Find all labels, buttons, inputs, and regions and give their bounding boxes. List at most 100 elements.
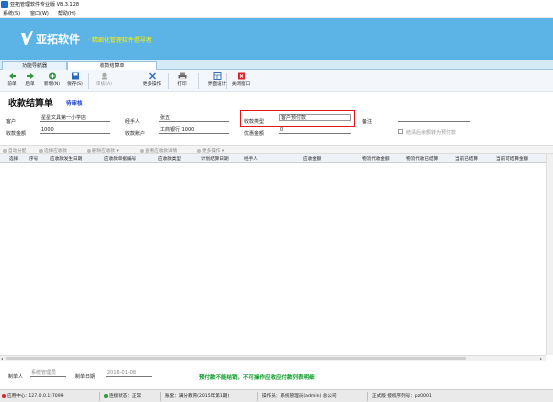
status-divider [99,392,100,401]
date-field: 2016-01-08 [106,370,152,377]
app-center-icon [2,393,6,398]
prev-button[interactable]: 前单 [4,72,20,87]
tab-function-navigator[interactable]: 功能导航器 [2,61,67,70]
arrow-right-icon [26,73,34,79]
handler-field[interactable]: 张五 [159,115,229,122]
tab-bar: 功能导航器 收款结算单 [0,60,553,70]
amount-label: 收款金额 [6,131,27,137]
col-occur-date[interactable]: 应收款发生日期 [50,156,82,162]
toolbar-divider [88,73,89,89]
auto-allocate-icon [3,148,7,153]
save-icon [71,72,79,80]
handler-label: 经手人 [125,119,141,125]
save-label: 保存(S) [67,82,83,87]
col-plan-date[interactable]: 计划结算日期 [201,156,229,162]
discount-field[interactable]: 0 [279,127,351,134]
discount-label: 优惠金额 [244,131,265,137]
license-status: 正式版 授权序列号：pz0001 [372,394,432,399]
ui-design-label: 界面设计 [207,82,227,87]
connection-text: 连接状态：正常 [109,394,142,399]
arrow-left-icon [8,73,16,79]
logo-icon [21,31,33,45]
col-receivable-type[interactable]: 应收款类型 [158,156,181,162]
notice-text: 预付款不能结销，不可操作应收应付款列表明细 [199,375,315,381]
tagline: · 精细化管理软件倡导者 [88,37,152,44]
highlight-box [240,110,355,127]
prev-label: 前单 [7,82,17,87]
save-button[interactable]: 保存(S) [64,72,86,87]
status-divider [257,392,258,401]
grid-header: 选择 序号 应收款发生日期 应收款单据编号 应收款类型 计划结算日期 经手人 应… [0,154,546,163]
new-label: 新增(N) [43,82,61,87]
toolbar-divider [198,73,199,89]
grid-toolbar: 自动分配 选择应收款 删除应收款 ▾ 查看应收款详情 更多操作 ▾ [0,145,553,154]
more-actions-button[interactable]: 更多操作 [139,72,165,87]
col-logistics-amount[interactable]: 物流代收金额 [362,156,390,162]
more-icon [197,148,201,153]
customer-field[interactable]: 星星文具第一小学店 [40,115,110,122]
customer-label: 客户 [6,119,17,125]
audit-icon [101,72,107,80]
select-icon [39,148,43,153]
date-label: 制单日期 [75,374,96,380]
col-index[interactable]: 序号 [29,156,38,162]
toolbar-divider [226,73,227,89]
audit-label: 审核(A) [96,82,112,87]
status-divider [367,392,368,401]
menu-help[interactable]: 帮助(H) [58,10,76,17]
banner: 亚拓软件 · 精细化管理软件倡导者 [0,18,553,60]
menu-system[interactable]: 系统(S) [3,10,20,17]
col-logistics-settled[interactable]: 物流代收已结算 [406,156,438,162]
design-icon [213,72,221,80]
scroll-left-icon[interactable]: ◂ [1,356,3,361]
more-actions-label: 更多操作 [142,82,162,87]
print-icon [178,72,186,80]
toolbar: 前单 后单 新增(N) 保存(S) 审核(A) 更多操作 打印 界面设计 关闭窗… [0,70,553,92]
next-label: 后单 [25,82,35,87]
print-button[interactable]: 打印 [174,72,190,87]
col-select[interactable]: 选择 [9,156,18,162]
close-icon [237,72,245,80]
status-bar: 应用中心: 127.0.0.1:7099 连接状态：正常 账套：满分教育(201… [0,389,553,402]
check-icon [104,393,108,398]
more-icon [148,72,156,80]
scroll-thumb[interactable] [6,357,466,360]
new-button[interactable]: 新增(N) [41,72,63,87]
note-field[interactable] [398,115,470,122]
next-button[interactable]: 后单 [22,72,38,87]
window-title: 亚拓管理软件专业版 V8.3.128 [10,2,80,8]
status-divider [160,392,161,401]
balance-checkbox[interactable] [398,129,403,134]
account-set-status: 账套：满分教育(2015年第1期) [165,394,230,399]
col-receivable-amount[interactable]: 应收金额 [303,156,321,162]
horizontal-scrollbar[interactable]: ◂ ▸ [0,355,546,361]
col-handler[interactable]: 经手人 [244,156,258,162]
close-window-button[interactable]: 关闭窗口 [229,72,253,87]
app-center-text: 应用中心: 127.0.0.1:7099 [7,394,64,399]
vertical-scrollbar[interactable] [546,154,553,355]
logo-text: 亚拓软件 [36,33,80,46]
view-icon [140,148,144,153]
creator-label: 制单人 [8,374,24,380]
toolbar-divider [168,73,169,89]
account-label: 收款账户 [125,131,146,137]
col-settleable-amount[interactable]: 当前可结算金额 [496,156,528,162]
audit-button[interactable]: 审核(A) [93,72,115,87]
amount-field[interactable]: 1000 [40,127,110,134]
account-field[interactable]: 工商银行 1000 [159,127,229,134]
add-icon [48,72,56,80]
print-label: 打印 [177,82,187,87]
grid-body[interactable] [0,163,546,355]
col-doc-number[interactable]: 应收款单据编号 [104,156,136,162]
connection-status: 连接状态：正常 [104,393,141,399]
col-current-settled[interactable]: 当前已结算 [455,156,478,162]
status-badge: 待审核 [66,101,83,107]
note-label: 备注 [362,119,373,125]
tab-receipt-settlement[interactable]: 收款结算单 [67,61,157,70]
scroll-right-icon[interactable]: ▸ [540,356,542,361]
app-icon [1,1,8,8]
operator-status: 操作员：系统管理员(admin) 总公司 [262,394,337,399]
menu-window[interactable]: 窗口(W) [30,10,49,17]
app-center-status: 应用中心: 127.0.0.1:7099 [2,393,64,399]
creator-field: 系统管理员 [30,370,66,377]
